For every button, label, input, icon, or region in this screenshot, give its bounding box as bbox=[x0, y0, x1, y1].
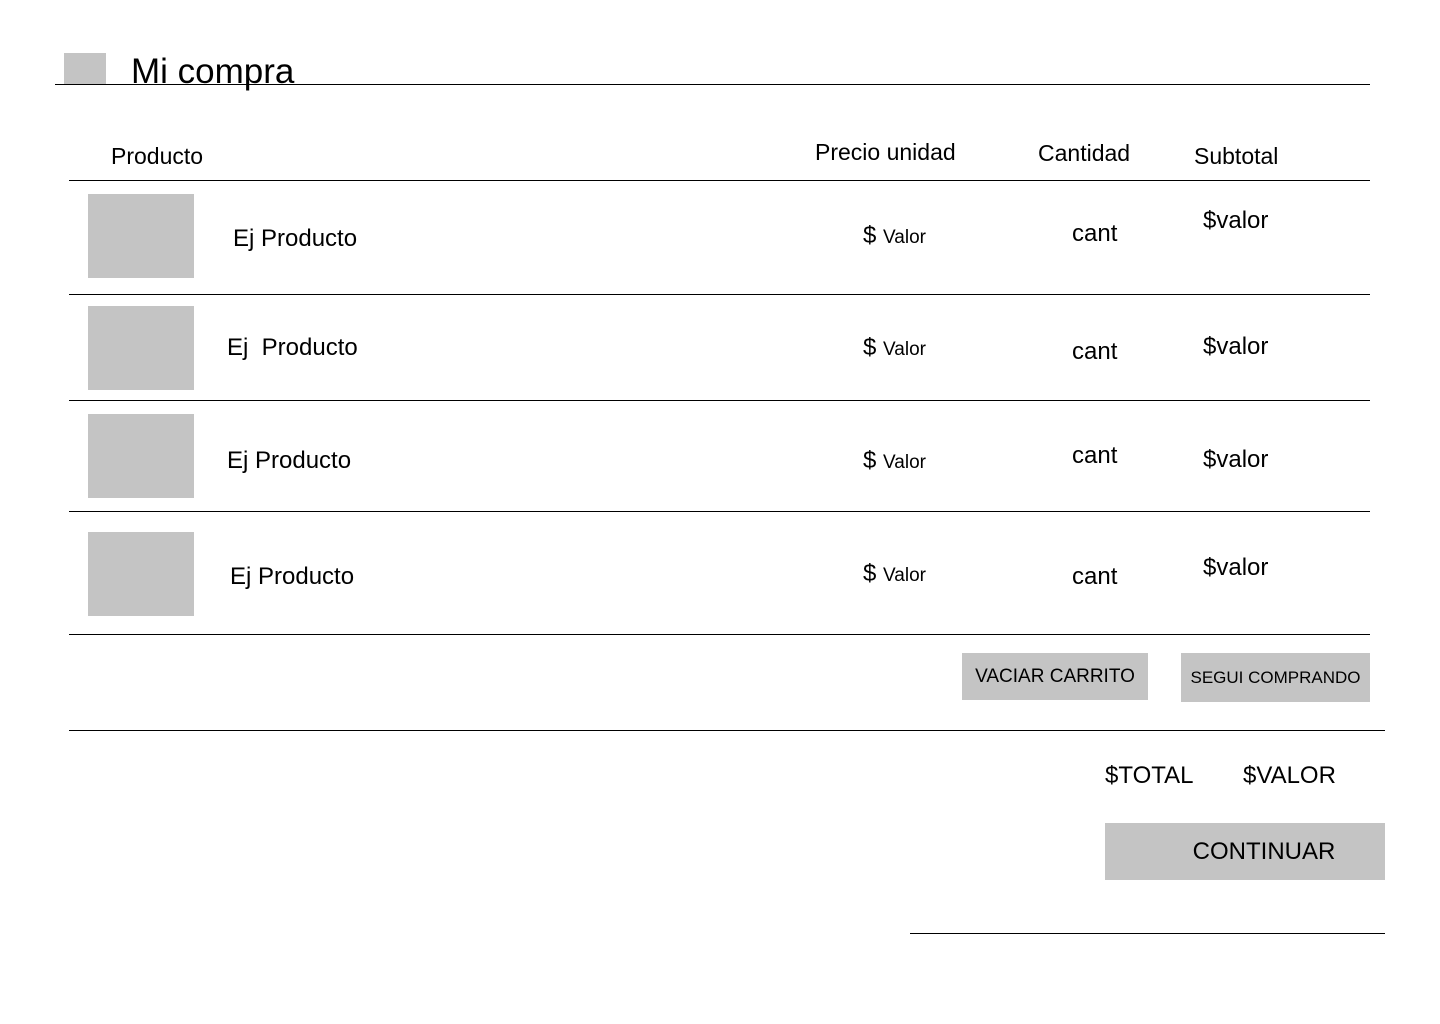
row-divider bbox=[69, 294, 1370, 295]
unit-price: $ Valor bbox=[863, 336, 926, 360]
bottom-divider bbox=[910, 933, 1385, 934]
product-name[interactable]: Ej Producto bbox=[227, 449, 351, 473]
product-name[interactable]: Ej Producto bbox=[233, 227, 357, 251]
currency-symbol: $ bbox=[863, 334, 877, 361]
quantity[interactable]: cant bbox=[1072, 444, 1117, 468]
row-divider bbox=[69, 634, 1370, 635]
unit-price-value: Valor bbox=[883, 227, 926, 248]
row-subtotal: $valor bbox=[1203, 207, 1269, 234]
unit-price: $ Valor bbox=[863, 224, 926, 248]
product-image-placeholder[interactable] bbox=[88, 306, 194, 390]
currency-symbol: $ bbox=[863, 222, 877, 249]
image-placeholder-icon bbox=[64, 53, 106, 85]
unit-price-value: Valor bbox=[883, 452, 926, 473]
continue-button[interactable]: CONTINUAR bbox=[1105, 823, 1385, 880]
quantity[interactable]: cant bbox=[1072, 222, 1117, 246]
row-subtotal: $valor bbox=[1203, 446, 1269, 473]
row-divider bbox=[69, 400, 1370, 401]
row-subtotal: $valor bbox=[1203, 554, 1269, 581]
column-header-precio-unidad: Precio unidad bbox=[815, 139, 956, 165]
currency-symbol: $ bbox=[863, 447, 877, 474]
header-divider bbox=[69, 180, 1370, 181]
unit-price: $ Valor bbox=[863, 449, 926, 473]
total-label: $TOTAL bbox=[1105, 762, 1194, 789]
currency-symbol: $ bbox=[863, 560, 877, 587]
row-subtotal: $valor bbox=[1203, 333, 1269, 360]
title-divider bbox=[55, 84, 1370, 85]
column-header-producto: Producto bbox=[111, 143, 204, 169]
empty-cart-button[interactable]: VACIAR CARRITO bbox=[962, 653, 1148, 700]
product-image-placeholder[interactable] bbox=[88, 532, 194, 616]
product-name[interactable]: Ej Producto bbox=[227, 336, 358, 360]
unit-price-value: Valor bbox=[883, 339, 926, 360]
column-header-subtotal: Subtotal bbox=[1194, 143, 1279, 169]
keep-shopping-button[interactable]: SEGUI COMPRANDO bbox=[1181, 653, 1370, 702]
actions-divider bbox=[69, 730, 1385, 731]
quantity[interactable]: cant bbox=[1072, 565, 1117, 589]
unit-price-value: Valor bbox=[883, 565, 926, 586]
quantity[interactable]: cant bbox=[1072, 340, 1117, 364]
product-image-placeholder[interactable] bbox=[88, 194, 194, 278]
product-image-placeholder[interactable] bbox=[88, 414, 194, 498]
row-divider bbox=[69, 511, 1370, 512]
product-name[interactable]: Ej Producto bbox=[230, 565, 354, 589]
total-value: $VALOR bbox=[1243, 762, 1336, 789]
column-header-cantidad: Cantidad bbox=[1038, 140, 1131, 166]
unit-price: $ Valor bbox=[863, 562, 926, 586]
